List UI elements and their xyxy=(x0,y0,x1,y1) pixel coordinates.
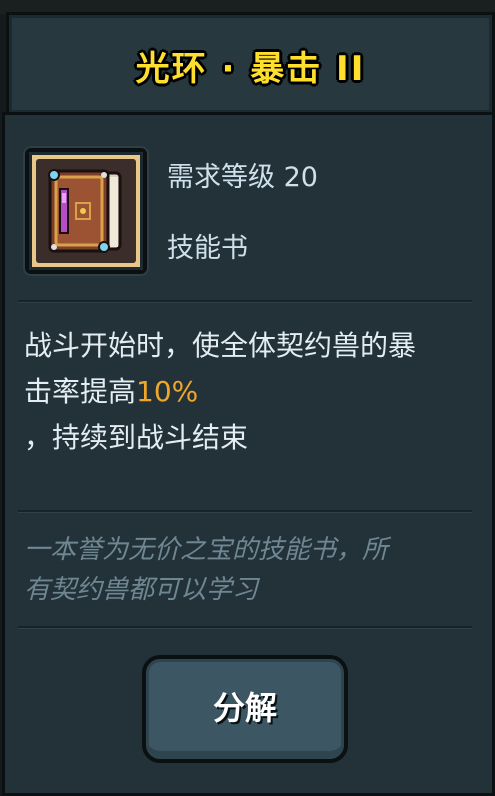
description-line: 战斗开始时，使全体契约兽的暴 xyxy=(24,329,417,362)
flavor-line: 有契约兽都可以学习 xyxy=(24,575,259,605)
flavor-line: 一本誉为无价之宝的技能书，所 xyxy=(24,535,389,565)
decompose-button-label: 分解 xyxy=(212,689,277,727)
description-line: ，持续到战斗结束 xyxy=(24,421,249,454)
description-line: 击率提高10% xyxy=(24,375,199,408)
divider xyxy=(18,510,472,513)
divider xyxy=(18,300,472,303)
decompose-button[interactable]: 分解 xyxy=(142,655,348,763)
level-requirement: 需求等级 20 xyxy=(167,162,318,193)
title-plate: 光环 · 暴击 II xyxy=(6,12,495,116)
skill-description: 战斗开始时，使全体契约兽的暴 击率提高10% ，持续到战斗结束 xyxy=(24,323,474,461)
item-icon-frame xyxy=(25,148,147,274)
item-title: 光环 · 暴击 II xyxy=(135,49,366,89)
bonus-value: 10% xyxy=(136,375,199,408)
item-type: 技能书 xyxy=(167,233,248,264)
divider xyxy=(18,626,472,629)
skill-book-icon xyxy=(48,169,122,253)
flavor-text: 一本誉为无价之宝的技能书，所 有契约兽都可以学习 xyxy=(24,530,474,610)
